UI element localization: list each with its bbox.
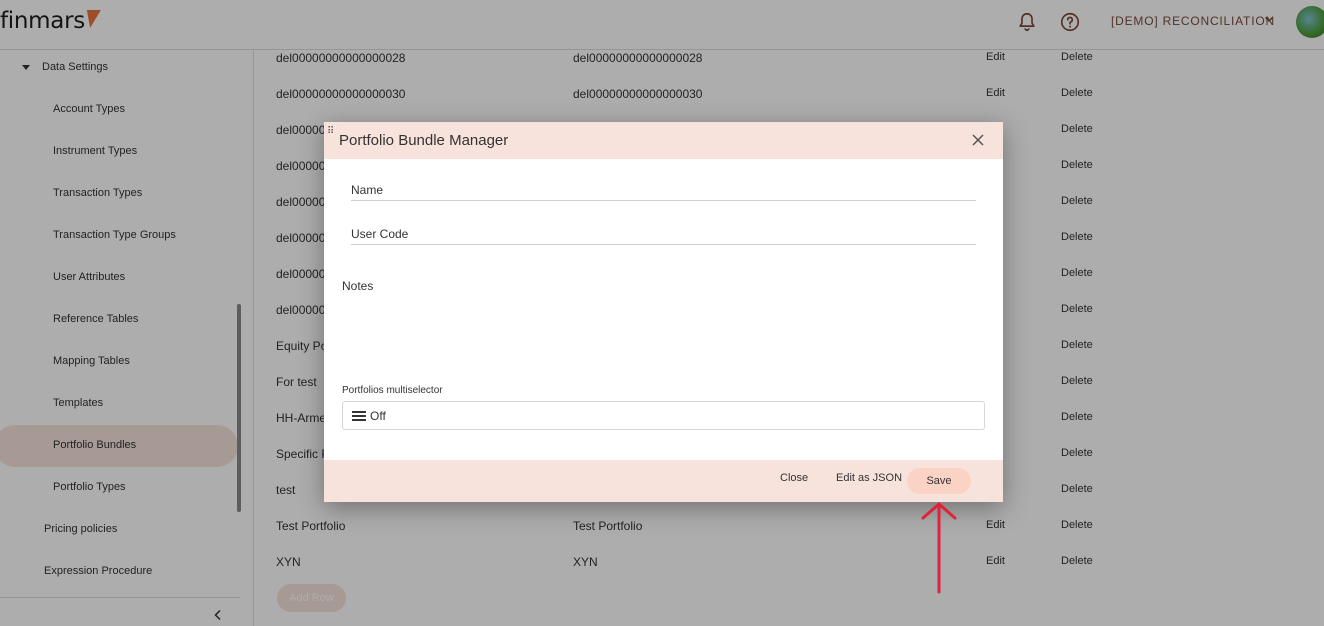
user-code-field[interactable]: User Code: [351, 227, 408, 241]
edit-as-json-button[interactable]: Edit as JSON: [836, 472, 902, 484]
multiselector-label: Portfolios multiselector: [342, 385, 443, 396]
name-field[interactable]: Name: [351, 183, 383, 197]
user-code-field-underline: [351, 244, 976, 245]
annotation-arrow-icon: [921, 502, 957, 594]
dialog-header: ⠿ Portfolio Bundle Manager: [324, 122, 1003, 159]
name-field-underline: [351, 200, 976, 201]
dialog-footer: Close Edit as JSON Save: [324, 460, 1003, 502]
portfolios-multiselector[interactable]: Off: [342, 401, 985, 430]
close-button[interactable]: Close: [780, 472, 808, 484]
close-icon[interactable]: [971, 133, 985, 147]
drag-handle-icon[interactable]: ⠿: [327, 126, 334, 137]
notes-field[interactable]: Notes: [342, 279, 373, 293]
menu-icon: [352, 411, 366, 421]
dialog-title: Portfolio Bundle Manager: [339, 132, 509, 149]
portfolio-bundle-dialog: ⠿ Portfolio Bundle Manager Name User Cod…: [324, 122, 1003, 502]
save-button[interactable]: Save: [907, 468, 971, 494]
multiselector-value: Off: [370, 409, 386, 423]
